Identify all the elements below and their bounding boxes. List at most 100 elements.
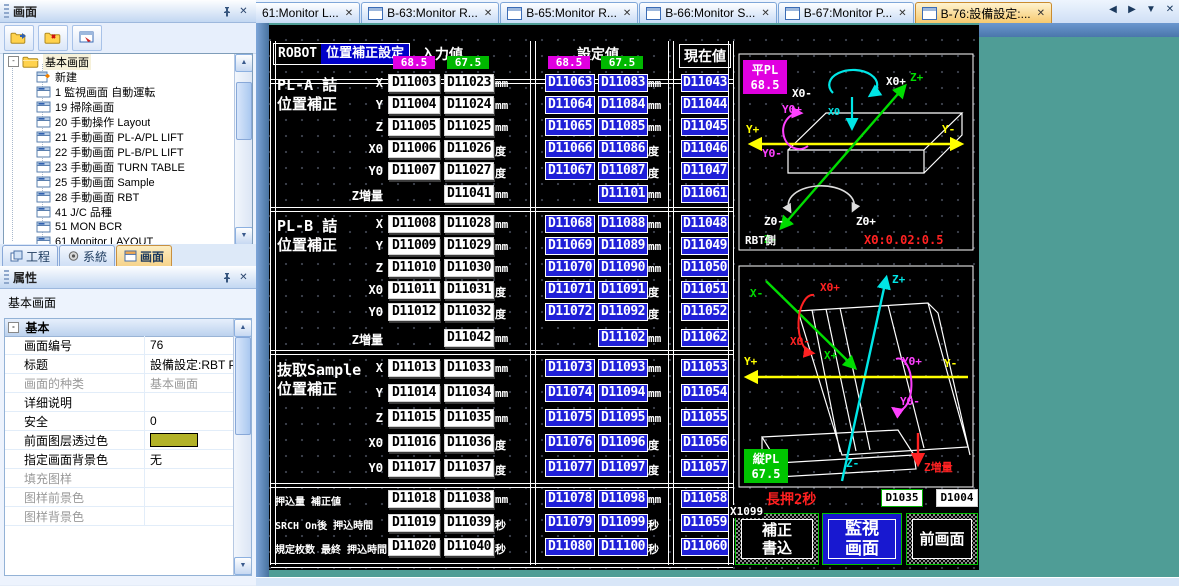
tree-item[interactable]: 新建 — [4, 69, 235, 84]
input-register-box[interactable]: D11036 — [444, 434, 494, 452]
current-register-box[interactable]: D11050 — [681, 259, 729, 277]
close-document-icon[interactable]: ✕ — [1164, 4, 1176, 15]
correction-write-button[interactable]: 補正 書込 — [735, 513, 819, 565]
current-register-box[interactable]: D11059 — [681, 514, 729, 532]
scroll-down-icon[interactable]: ▼ — [235, 227, 253, 245]
setting-register-box[interactable]: D11065 — [545, 118, 595, 136]
input-register-box[interactable]: D11005 — [388, 118, 440, 136]
document-tab[interactable]: B-76:設備設定:...✕ — [915, 2, 1052, 23]
input-register-box[interactable]: D11004 — [388, 96, 440, 114]
register-display[interactable]: D1004 — [936, 489, 978, 507]
close-screen-button[interactable] — [38, 25, 68, 51]
input-register-box[interactable]: D11009 — [388, 237, 440, 255]
setting-register-box[interactable]: D11074 — [545, 384, 595, 402]
current-register-box[interactable]: D11056 — [681, 434, 729, 452]
setting-register-box[interactable]: D11077 — [545, 459, 595, 477]
scroll-thumb[interactable] — [236, 82, 252, 140]
input-register-box[interactable]: D11017 — [388, 459, 440, 477]
input-register-box[interactable]: D11028 — [444, 215, 494, 233]
screen-design-canvas[interactable]: ROBOT 位置補正設定 入力値 設定値 現在値 68.5 67.5 68.5 … — [269, 25, 979, 570]
input-register-box[interactable]: D11026 — [444, 140, 494, 158]
diagram-flat-pallet[interactable]: 平PL 68.5 Y+ Y- Z+ Z- XΘ XΘ- XΘ+ YΘ+ YΘ- … — [738, 53, 974, 251]
property-value[interactable]: 基本画面 — [145, 374, 234, 392]
tree-item[interactable]: 1 監視画面 自動運転 — [4, 84, 235, 99]
setting-register-box[interactable]: D11086 — [598, 140, 648, 158]
current-register-box[interactable]: D11043 — [681, 74, 729, 92]
current-register-box[interactable]: D11058 — [681, 490, 729, 508]
property-value[interactable]: 无 — [145, 450, 234, 468]
setting-register-box[interactable]: D11094 — [598, 384, 648, 402]
screen-preview-button[interactable] — [72, 25, 102, 51]
panel-tab-system[interactable]: 系統 — [59, 245, 115, 266]
screen-tree[interactable]: -基本画面新建1 監視画面 自動運転19 掃除画面20 手動操作 Layout2… — [3, 53, 253, 246]
current-register-box[interactable]: D11051 — [681, 281, 729, 299]
input-register-box[interactable]: D11019 — [388, 514, 440, 532]
setting-register-box[interactable]: D11080 — [545, 538, 595, 556]
document-tab[interactable]: B-65:Monitor R...✕ — [500, 2, 638, 23]
document-tab[interactable]: 61:Monitor L...✕ — [256, 2, 360, 23]
input-register-box[interactable]: D11018 — [388, 490, 440, 508]
property-value[interactable]: 0 — [145, 412, 234, 430]
input-register-box[interactable]: D11040 — [444, 538, 494, 556]
properties-scrollbar[interactable]: ▲ ▼ — [233, 319, 251, 575]
setting-register-box[interactable]: D11092 — [598, 303, 648, 321]
tree-item[interactable]: 20 手動操作 Layout — [4, 114, 235, 129]
document-tab[interactable]: B-63:Monitor R...✕ — [361, 2, 499, 23]
setting-register-box[interactable]: D11067 — [545, 162, 595, 180]
current-register-box[interactable]: D11046 — [681, 140, 729, 158]
input-register-box[interactable]: D11010 — [388, 259, 440, 277]
setting-register-box[interactable]: D11070 — [545, 259, 595, 277]
setting-register-box[interactable]: D11078 — [545, 490, 595, 508]
monitor-screen-button[interactable]: 監視 画面 — [822, 513, 902, 565]
input-register-box[interactable]: D11041 — [444, 185, 494, 203]
diagram-vertical-pallet[interactable]: Z+ Z- X- X+ XΘ+ XΘ- Y+ Y- YΘ+ YΘ- Z増量 縦P… — [738, 265, 974, 488]
pin-icon[interactable] — [218, 3, 235, 20]
close-tab-icon[interactable]: ✕ — [623, 8, 631, 19]
close-icon[interactable]: ✕ — [235, 3, 252, 20]
input-register-box[interactable]: D11039 — [444, 514, 494, 532]
previous-screen-button[interactable]: 前画面 — [906, 513, 978, 565]
input-register-box[interactable]: D11042 — [444, 329, 494, 347]
setting-register-box[interactable]: D11063 — [545, 74, 595, 92]
scroll-thumb[interactable] — [235, 337, 251, 435]
input-register-box[interactable]: D11032 — [444, 303, 494, 321]
setting-register-box[interactable]: D11088 — [598, 215, 648, 233]
collapse-icon[interactable]: - — [8, 322, 19, 333]
input-register-box[interactable]: D11006 — [388, 140, 440, 158]
input-register-box[interactable]: D11030 — [444, 259, 494, 277]
transparent-color-swatch[interactable] — [150, 433, 198, 447]
input-register-box[interactable]: D11023 — [444, 74, 494, 92]
input-register-box[interactable]: D11015 — [388, 409, 440, 427]
pallet-height-badge-vert[interactable]: 67.5 — [601, 56, 643, 69]
input-register-box[interactable]: D11013 — [388, 359, 440, 377]
document-tab[interactable]: B-66:Monitor S...✕ — [639, 2, 776, 23]
input-register-box[interactable]: D11008 — [388, 215, 440, 233]
setting-register-box[interactable]: D11099 — [598, 514, 648, 532]
input-register-box[interactable]: D11031 — [444, 281, 494, 299]
tree-item[interactable]: 22 手動画面 PL-B/PL LIFT — [4, 144, 235, 159]
current-register-box[interactable]: D11049 — [681, 237, 729, 255]
setting-register-box[interactable]: D11097 — [598, 459, 648, 477]
input-register-box[interactable]: D11011 — [388, 281, 440, 299]
tab-scroll-right-icon[interactable]: ▶ — [1126, 4, 1138, 15]
input-register-box[interactable]: D11034 — [444, 384, 494, 402]
input-register-box[interactable]: D11025 — [444, 118, 494, 136]
tree-item[interactable]: 28 手動画面 RBT — [4, 189, 235, 204]
drag-grip[interactable] — [4, 4, 9, 18]
setting-register-box[interactable]: D11098 — [598, 490, 648, 508]
current-register-box[interactable]: D11062 — [681, 329, 729, 347]
properties-panel-titlebar[interactable]: 属性 ✕ — [0, 266, 256, 289]
setting-register-box[interactable]: D11068 — [545, 215, 595, 233]
input-register-box[interactable]: D11020 — [388, 538, 440, 556]
property-value[interactable] — [145, 507, 234, 525]
setting-register-box[interactable]: D11069 — [545, 237, 595, 255]
current-register-box[interactable]: D11057 — [681, 459, 729, 477]
setting-register-box[interactable]: D11076 — [545, 434, 595, 452]
pallet-height-badge-flat[interactable]: 68.5 — [548, 56, 590, 69]
tab-scroll-left-icon[interactable]: ◀ — [1107, 4, 1119, 15]
tree-item[interactable]: 19 掃除画面 — [4, 99, 235, 114]
close-tab-icon[interactable]: ✕ — [1037, 8, 1045, 19]
setting-register-box[interactable]: D11083 — [598, 74, 648, 92]
property-value[interactable] — [145, 488, 234, 506]
pin-icon[interactable] — [218, 269, 235, 286]
